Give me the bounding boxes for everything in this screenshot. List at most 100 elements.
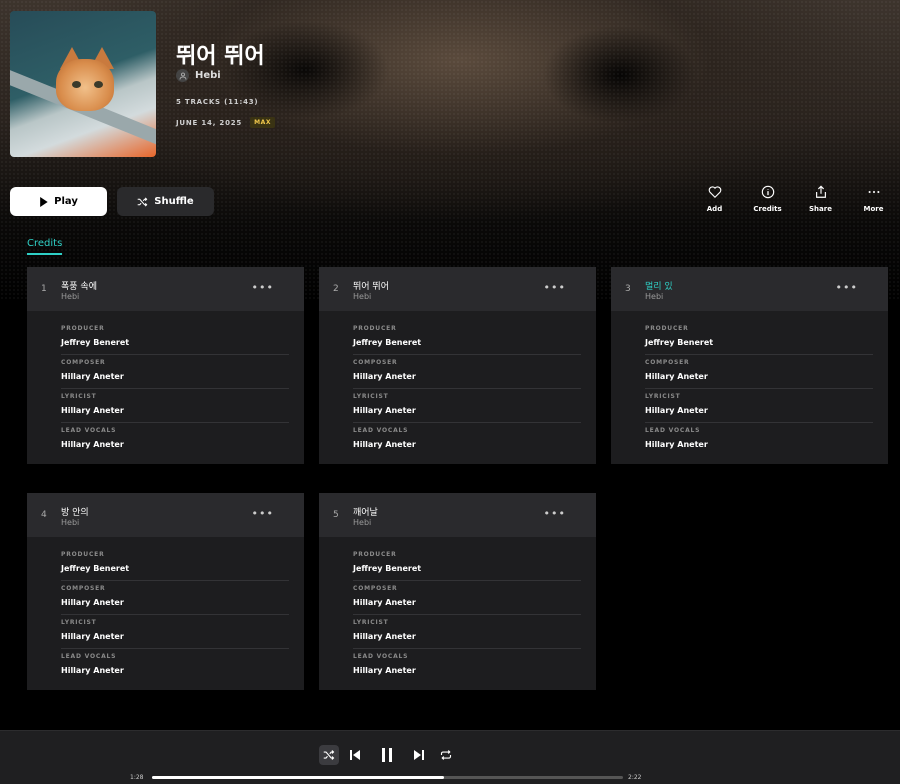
credit-list: PRODUCER Jeffrey Beneret COMPOSER Hillary … xyxy=(611,311,888,464)
track-title: 뛰어 뛰어 xyxy=(353,282,389,292)
credit-item: LEAD VOCALS Hillary Aneter xyxy=(61,649,289,682)
credit-item: COMPOSER Hillary Aneter xyxy=(645,355,873,389)
credit-name-link[interactable]: Hillary Aneter xyxy=(353,598,581,607)
credit-name-link[interactable]: Hillary Aneter xyxy=(61,666,289,675)
repeat-button[interactable] xyxy=(436,745,456,765)
more-options-icon[interactable]: ••• xyxy=(836,281,858,294)
credit-item: PRODUCER Jeffrey Beneret xyxy=(61,321,289,355)
artist-name: Hebi xyxy=(195,70,221,81)
credit-list: PRODUCER Jeffrey Beneret COMPOSER Hillary … xyxy=(319,537,596,690)
credit-name-link[interactable]: Jeffrey Beneret xyxy=(353,338,581,347)
credit-name-link[interactable]: Hillary Aneter xyxy=(61,598,289,607)
progress-bar[interactable] xyxy=(152,776,623,779)
total-time: 2:22 xyxy=(628,774,642,781)
repeat-icon xyxy=(440,750,452,760)
more-options-icon[interactable]: ••• xyxy=(544,281,566,294)
more-options-icon[interactable]: ••• xyxy=(544,507,566,520)
release-info: JUNE 14, 2025 MAX xyxy=(176,117,276,128)
more-icon xyxy=(868,190,879,194)
player-shuffle-button[interactable] xyxy=(319,745,339,765)
credit-item: LYRICIST Hillary Aneter xyxy=(353,389,581,423)
credit-name-link[interactable]: Hillary Aneter xyxy=(353,372,581,381)
track-card: 1 폭풍 속에 Hebi ••• PRODUCER Jeffrey Beneret… xyxy=(27,267,304,464)
track-artist: Hebi xyxy=(353,292,372,301)
credit-name-link[interactable]: Hillary Aneter xyxy=(645,440,873,449)
track-header[interactable]: 3 멀리 있 Hebi ••• xyxy=(611,267,888,311)
credits-button[interactable]: Credits xyxy=(741,185,794,213)
more-button[interactable]: More xyxy=(847,185,900,213)
track-number: 4 xyxy=(41,510,47,520)
track-card: 2 뛰어 뛰어 Hebi ••• PRODUCER Jeffrey Beneret… xyxy=(319,267,596,464)
share-button[interactable]: Share xyxy=(794,185,847,213)
album-cover xyxy=(10,11,156,157)
credit-name-link[interactable]: Hillary Aneter xyxy=(645,372,873,381)
credit-name-link[interactable]: Jeffrey Beneret xyxy=(645,338,873,347)
track-artist: Hebi xyxy=(61,292,80,301)
track-number: 2 xyxy=(333,284,339,294)
track-header[interactable]: 5 깨어날 Hebi ••• xyxy=(319,493,596,537)
credit-name-link[interactable]: Hillary Aneter xyxy=(353,440,581,449)
track-number: 3 xyxy=(625,284,631,294)
tracks-summary: 5 TRACKS (11:43) xyxy=(176,98,259,106)
credit-name-link[interactable]: Hillary Aneter xyxy=(61,372,289,381)
credit-name-link[interactable]: Jeffrey Beneret xyxy=(61,564,289,573)
credit-name-link[interactable]: Hillary Aneter xyxy=(353,632,581,641)
credit-item: LYRICIST Hillary Aneter xyxy=(353,615,581,649)
credit-name-link[interactable]: Hillary Aneter xyxy=(645,406,873,415)
credit-name-link[interactable]: Hillary Aneter xyxy=(61,406,289,415)
track-title: 깨어날 xyxy=(353,508,378,518)
credit-item: LEAD VOCALS Hillary Aneter xyxy=(61,423,289,456)
more-options-icon[interactable]: ••• xyxy=(252,507,274,520)
shuffle-icon xyxy=(137,197,148,206)
skip-forward-icon xyxy=(414,750,424,760)
credit-name-link[interactable]: Hillary Aneter xyxy=(353,406,581,415)
quality-badge: MAX xyxy=(250,117,276,128)
album-actions: Add Credits Share More xyxy=(688,185,900,213)
shuffle-button[interactable]: Shuffle xyxy=(117,187,214,216)
shuffle-icon xyxy=(323,750,335,760)
credit-item: PRODUCER Jeffrey Beneret xyxy=(61,547,289,581)
credit-name-link[interactable]: Hillary Aneter xyxy=(61,440,289,449)
skip-back-icon xyxy=(350,750,360,760)
credit-item: COMPOSER Hillary Aneter xyxy=(61,581,289,615)
previous-button[interactable] xyxy=(345,745,365,765)
player-bar: 1:28 2:22 xyxy=(0,730,900,784)
track-header[interactable]: 2 뛰어 뛰어 Hebi ••• xyxy=(319,267,596,311)
credit-item: COMPOSER Hillary Aneter xyxy=(61,355,289,389)
credit-name-link[interactable]: Jeffrey Beneret xyxy=(353,564,581,573)
play-icon xyxy=(40,196,48,207)
credit-list: PRODUCER Jeffrey Beneret COMPOSER Hillary … xyxy=(27,537,304,690)
credit-item: LYRICIST Hillary Aneter xyxy=(61,615,289,649)
add-button[interactable]: Add xyxy=(688,185,741,213)
credit-list: PRODUCER Jeffrey Beneret COMPOSER Hillary … xyxy=(27,311,304,464)
pause-icon xyxy=(382,748,392,762)
track-artist: Hebi xyxy=(645,292,664,301)
play-button[interactable]: Play xyxy=(10,187,107,216)
album-title: 뛰어 뛰어 xyxy=(176,44,265,69)
track-card: 5 깨어날 Hebi ••• PRODUCER Jeffrey Beneret C… xyxy=(319,493,596,690)
credit-name-link[interactable]: Hillary Aneter xyxy=(353,666,581,675)
track-title: 폭풍 속에 xyxy=(61,282,97,292)
track-title: 멀리 있 xyxy=(645,282,673,292)
credit-item: LEAD VOCALS Hillary Aneter xyxy=(353,649,581,682)
track-card: 3 멀리 있 Hebi ••• PRODUCER Jeffrey Beneret … xyxy=(611,267,888,464)
pause-button[interactable] xyxy=(376,744,398,766)
artist-link[interactable]: Hebi xyxy=(176,69,221,82)
track-card: 4 방 안의 Hebi ••• PRODUCER Jeffrey Beneret … xyxy=(27,493,304,690)
credit-item: PRODUCER Jeffrey Beneret xyxy=(353,321,581,355)
tab-credits[interactable]: Credits xyxy=(27,238,63,255)
release-date: JUNE 14, 2025 xyxy=(176,118,243,127)
track-artist: Hebi xyxy=(61,518,80,527)
track-title: 방 안의 xyxy=(61,508,89,518)
credit-name-link[interactable]: Hillary Aneter xyxy=(61,632,289,641)
progress-fill xyxy=(152,776,445,779)
info-icon xyxy=(761,185,774,199)
track-header[interactable]: 4 방 안의 Hebi ••• xyxy=(27,493,304,537)
user-icon xyxy=(176,69,189,82)
credit-list: PRODUCER Jeffrey Beneret COMPOSER Hillary … xyxy=(319,311,596,464)
track-header[interactable]: 1 폭풍 속에 Hebi ••• xyxy=(27,267,304,311)
more-options-icon[interactable]: ••• xyxy=(252,281,274,294)
credit-item: COMPOSER Hillary Aneter xyxy=(353,355,581,389)
credit-name-link[interactable]: Jeffrey Beneret xyxy=(61,338,289,347)
next-button[interactable] xyxy=(409,745,429,765)
